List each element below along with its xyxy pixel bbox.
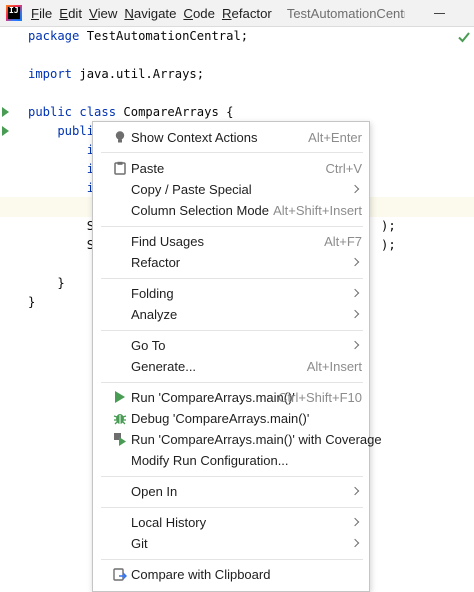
code-fragment: );: [381, 238, 396, 252]
menu-show-context-actions[interactable]: Show Context Actions Alt+Enter: [93, 127, 369, 148]
paste-icon: [114, 161, 126, 175]
menu-separator: [101, 278, 363, 279]
submenu-arrow-icon: [350, 184, 360, 194]
code-fragment: );: [381, 219, 396, 233]
menu-separator: [101, 476, 363, 477]
menu-analyze[interactable]: Analyze: [93, 304, 369, 325]
submenu-arrow-icon: [350, 288, 360, 298]
run-icon: [115, 391, 125, 403]
menu-compare-with-clipboard[interactable]: Compare with Clipboard: [93, 564, 369, 585]
menu-local-history[interactable]: Local History: [93, 512, 369, 533]
compare-clipboard-icon: [113, 568, 127, 581]
menu-view[interactable]: View: [89, 0, 117, 27]
menu-refactor[interactable]: Refactor: [93, 252, 369, 273]
submenu-arrow-icon: [350, 309, 360, 319]
menu-refactor[interactable]: Refactor: [222, 0, 272, 27]
editor-context-menu: Show Context Actions Alt+Enter Paste Ctr…: [92, 121, 382, 592]
coverage-icon: [114, 433, 126, 446]
minimize-icon[interactable]: [433, 6, 447, 20]
menu-run-with-coverage[interactable]: Run 'CompareArrays.main()' with Coverage: [93, 429, 382, 450]
submenu-arrow-icon: [350, 517, 360, 527]
submenu-arrow-icon: [350, 538, 360, 548]
intellij-logo-icon[interactable]: IJ: [6, 5, 22, 21]
code-line: import java.util.Arrays;: [28, 67, 205, 81]
project-title: TestAutomationCentral: [286, 5, 405, 21]
submenu-arrow-icon: [350, 340, 360, 350]
code-line: package TestAutomationCentral;: [28, 29, 249, 43]
menu-code[interactable]: Code: [183, 0, 215, 27]
menu-generate[interactable]: Generate... Alt+Insert: [93, 356, 369, 377]
submenu-arrow-icon: [350, 486, 360, 496]
menu-copy-paste-special[interactable]: Copy / Paste Special: [93, 179, 369, 200]
menu-separator: [101, 152, 363, 153]
menu-find-usages[interactable]: Find Usages Alt+F7: [93, 231, 369, 252]
menu-separator: [101, 330, 363, 331]
title-bar: IJ File Edit View Navigate Code Refactor…: [0, 0, 474, 27]
code-line: public class CompareArrays {: [28, 105, 234, 119]
menu-modify-run-configuration[interactable]: Modify Run Configuration...: [93, 450, 369, 471]
menu-separator: [101, 382, 363, 383]
menu-git[interactable]: Git: [93, 533, 369, 554]
menu-run-main[interactable]: Run 'CompareArrays.main()' Ctrl+Shift+F1…: [93, 387, 369, 408]
menu-navigate[interactable]: Navigate: [124, 0, 176, 27]
menu-debug-main[interactable]: Debug 'CompareArrays.main()': [93, 408, 369, 429]
menu-edit[interactable]: Edit: [59, 0, 82, 27]
debug-icon: [113, 414, 127, 425]
menu-file[interactable]: File: [31, 0, 52, 27]
menu-column-selection-mode[interactable]: Column Selection Mode Alt+Shift+Insert: [93, 200, 369, 221]
menu-open-in[interactable]: Open In: [93, 481, 369, 502]
menu-paste[interactable]: Paste Ctrl+V: [93, 158, 369, 179]
menu-separator: [101, 559, 363, 560]
lightbulb-icon: [115, 131, 125, 143]
menu-folding[interactable]: Folding: [93, 283, 369, 304]
menu-separator: [101, 507, 363, 508]
menu-separator: [101, 226, 363, 227]
submenu-arrow-icon: [350, 257, 360, 267]
menu-go-to[interactable]: Go To: [93, 335, 369, 356]
